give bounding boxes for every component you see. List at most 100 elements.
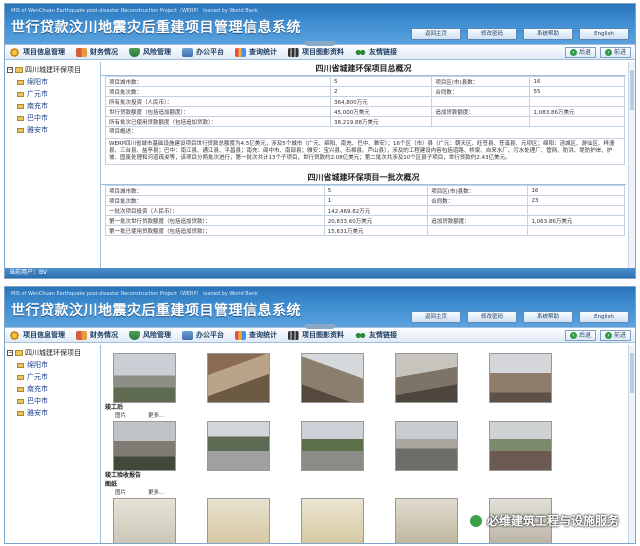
cell-label: 第一批次世行贷款额度（包括追加贷款）： bbox=[105, 215, 325, 226]
overview-content: 四川省城建环保项目总概况 项目城市数： 5 项目区(市)县数： 16 项目批次数： 2 合… bbox=[101, 62, 635, 268]
cell-label: 世行贷款额度（包括追加额度）： bbox=[105, 106, 331, 117]
photo-row bbox=[113, 353, 635, 403]
tree-item-nanchong[interactable]: 南充市 bbox=[17, 101, 98, 111]
site-photo[interactable] bbox=[113, 421, 176, 471]
tree-item-bazhong[interactable]: 巴中市 bbox=[17, 113, 98, 123]
nav-query[interactable]: 查询统计 bbox=[235, 330, 277, 340]
film-icon bbox=[288, 330, 299, 340]
cell-value: 5 bbox=[329, 76, 433, 87]
summary-text: WERP四川省城市基础设施建设项目世行贷款总额度为4.5亿美元，涉及5个城市（广… bbox=[105, 139, 625, 165]
site-photo[interactable] bbox=[113, 353, 176, 403]
folder-icon bbox=[17, 374, 24, 380]
collapse-handle[interactable] bbox=[305, 324, 335, 329]
cell-value: 364,800万元 bbox=[329, 96, 433, 107]
more-link[interactable]: 更多... bbox=[148, 489, 164, 498]
summary-label: 项目概述： bbox=[105, 127, 625, 139]
chart-icon bbox=[235, 47, 246, 57]
cell-value: 23 bbox=[527, 195, 625, 206]
vertical-scrollbar[interactable] bbox=[628, 62, 635, 268]
header-subtitle: MIS of WenChuan Earthquake post-disaster… bbox=[11, 8, 258, 14]
site-photo[interactable] bbox=[301, 353, 364, 403]
watermark: 必维建筑工程与设施服务 bbox=[468, 512, 619, 529]
tree-root[interactable]: − 四川城建环保项目 bbox=[7, 65, 98, 75]
table-row: 第一批已使用贷款额度（包括追加贷款）： 15,631万美元 bbox=[105, 225, 625, 236]
header-subtitle: MIS of WenChuan Earthquake post-disaster… bbox=[11, 291, 258, 297]
document-thumbnail[interactable] bbox=[301, 498, 364, 543]
cell-value bbox=[529, 116, 625, 127]
collapse-icon[interactable]: − bbox=[7, 350, 13, 356]
arrow-left-icon: ‹ bbox=[569, 49, 577, 56]
nav-project-info[interactable]: 项目信息管理 bbox=[9, 330, 65, 340]
cell-value: 1,083.86万美元 bbox=[529, 106, 625, 117]
nav-finance[interactable]: 财务情况 bbox=[76, 330, 118, 340]
nav-media[interactable]: 项目图影资料 bbox=[288, 330, 344, 340]
tree-item-mianyang[interactable]: 绵阳市 bbox=[17, 360, 98, 370]
nav-risk[interactable]: 风险管理 bbox=[129, 47, 171, 57]
folder-icon bbox=[17, 115, 24, 121]
help-button[interactable]: 系统帮助 bbox=[523, 28, 573, 40]
film-icon bbox=[288, 47, 299, 57]
back-button[interactable]: ‹ 后退 bbox=[564, 330, 596, 341]
cell-label: 项目城市数： bbox=[105, 76, 331, 87]
folder-icon bbox=[17, 362, 24, 368]
back-button[interactable]: ‹ 后退 bbox=[564, 47, 596, 58]
tree-item-mianyang[interactable]: 绵阳市 bbox=[17, 77, 98, 87]
forward-button[interactable]: › 前进 bbox=[599, 47, 631, 58]
nav-office[interactable]: 办公平台 bbox=[182, 330, 224, 340]
change-password-button[interactable]: 修改密码 bbox=[467, 28, 517, 40]
home-button[interactable]: 返回主页 bbox=[411, 28, 461, 40]
site-photo[interactable] bbox=[395, 353, 458, 403]
overview-title: 四川省城建环保项目总概况 bbox=[101, 62, 626, 76]
forward-button[interactable]: › 前进 bbox=[599, 330, 631, 341]
table-row: 项目批次数： 2 合同数： 55 bbox=[105, 86, 625, 97]
scrollbar-thumb[interactable] bbox=[630, 353, 634, 393]
main-area: − 四川城建环保项目 绵阳市 广元市 南充市 巴中市 雅安市 四川省城建环保项目总… bbox=[5, 62, 635, 268]
batch1-table: 项目城市数： 5 项目区(市)县数： 16 项目批次数： 1 合同数： 23 一批次项目投资… bbox=[105, 185, 625, 236]
home-button[interactable]: 返回主页 bbox=[411, 311, 461, 323]
collapse-icon[interactable]: − bbox=[7, 67, 13, 73]
book-icon bbox=[76, 330, 87, 340]
nav-media[interactable]: 项目图影资料 bbox=[288, 47, 344, 57]
tree-item-guangyuan[interactable]: 广元市 bbox=[17, 89, 98, 99]
site-photo[interactable] bbox=[489, 421, 552, 471]
nav-finance[interactable]: 财务情况 bbox=[76, 47, 118, 57]
document-thumbnail[interactable] bbox=[395, 498, 458, 543]
site-photo[interactable] bbox=[207, 421, 270, 471]
collapse-handle[interactable] bbox=[305, 41, 335, 46]
change-password-button[interactable]: 修改密码 bbox=[467, 311, 517, 323]
cell-label: 项目批次数： bbox=[105, 195, 325, 206]
nav-office[interactable]: 办公平台 bbox=[182, 47, 224, 57]
folder-icon bbox=[17, 398, 24, 404]
cell-value: 1 bbox=[323, 195, 429, 206]
more-link[interactable]: 更多... bbox=[148, 412, 164, 421]
cell-label: 合同数： bbox=[431, 86, 531, 97]
cell-value: 45,000万美元 bbox=[329, 106, 433, 117]
photo-meta: 图片 更多... bbox=[115, 412, 635, 421]
cell-value: 2 bbox=[329, 86, 433, 97]
nav-links[interactable]: 友情链接 bbox=[355, 47, 397, 57]
site-photo[interactable] bbox=[489, 353, 552, 403]
document-thumbnail[interactable] bbox=[113, 498, 176, 543]
document-thumbnail[interactable] bbox=[207, 498, 270, 543]
tree-item-nanchong[interactable]: 南充市 bbox=[17, 384, 98, 394]
nav-risk[interactable]: 风险管理 bbox=[129, 330, 171, 340]
tree-item-bazhong[interactable]: 巴中市 bbox=[17, 396, 98, 406]
cell-value: 20,833.60万美元 bbox=[323, 215, 429, 226]
site-photo[interactable] bbox=[301, 421, 364, 471]
english-button[interactable]: English bbox=[579, 311, 629, 323]
scrollbar-thumb[interactable] bbox=[630, 70, 634, 110]
nav-query[interactable]: 查询统计 bbox=[235, 47, 277, 57]
site-photo[interactable] bbox=[395, 421, 458, 471]
nav-project-info[interactable]: 项目信息管理 bbox=[9, 47, 65, 57]
tree-item-yaan[interactable]: 雅安市 bbox=[17, 408, 98, 418]
tree-item-yaan[interactable]: 雅安市 bbox=[17, 125, 98, 135]
english-button[interactable]: English bbox=[579, 28, 629, 40]
tree-item-guangyuan[interactable]: 广元市 bbox=[17, 372, 98, 382]
nav-links[interactable]: 友情链接 bbox=[355, 330, 397, 340]
app-title: 世行贷款汶川地震灾后重建项目管理信息系统 bbox=[11, 303, 301, 319]
vertical-scrollbar[interactable] bbox=[628, 345, 635, 543]
site-photo[interactable] bbox=[207, 353, 270, 403]
photo-name: 图片 bbox=[115, 490, 127, 496]
tree-root[interactable]: − 四川城建环保项目 bbox=[7, 348, 98, 358]
help-button[interactable]: 系统帮助 bbox=[523, 311, 573, 323]
